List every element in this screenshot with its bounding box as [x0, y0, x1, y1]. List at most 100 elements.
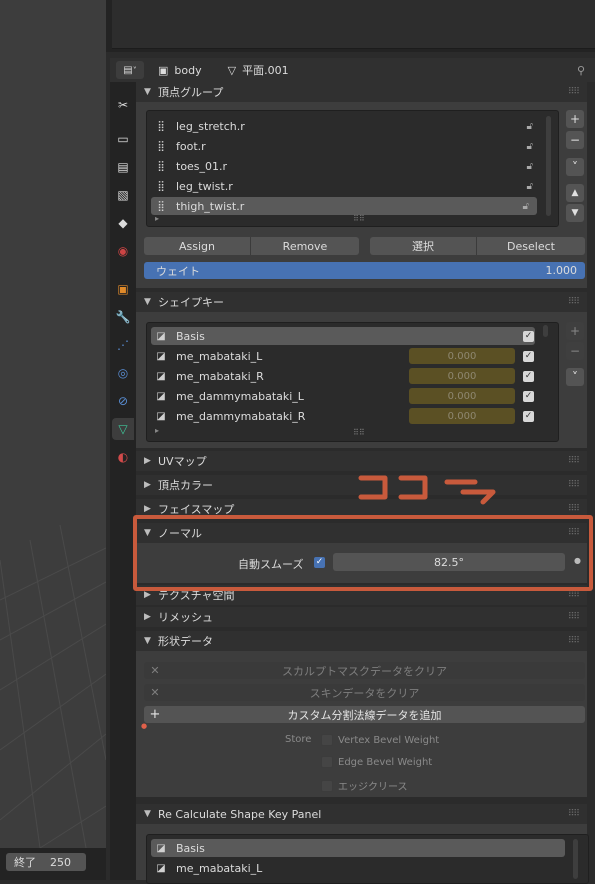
- collapsed-arrow-icon: ▶: [144, 456, 151, 466]
- list-scrollbar[interactable]: [543, 325, 548, 337]
- world-tab[interactable]: ◉: [112, 240, 134, 262]
- expand-arrow-icon: ▼: [144, 87, 151, 97]
- geometry-data-header[interactable]: ▼ 形状データ ⠿⠿: [136, 631, 587, 651]
- shape-key-value[interactable]: 0.000: [409, 348, 515, 364]
- drag-grip-icon[interactable]: ⠿⠿: [568, 87, 580, 97]
- list-item[interactable]: ◪ me_mabataki_L: [151, 859, 565, 877]
- list-resize-grip-icon[interactable]: ⠿⠿: [353, 428, 365, 437]
- drag-grip-icon[interactable]: ⠿⠿: [568, 456, 580, 466]
- vertex-group-list[interactable]: ⣿ leg_stretch.r 🔓︎ ⣿ foot.r 🔓︎ ⣿ toes_01.r 🔓︎ …: [146, 110, 559, 227]
- drag-grip-icon[interactable]: ⠿⠿: [568, 636, 580, 646]
- mute-checkbox[interactable]: ✓: [523, 331, 534, 342]
- properties-header: ▤ ˅ ▣ body ▽ 平面.001 ⚲: [110, 58, 595, 82]
- list-scrollbar[interactable]: [546, 116, 551, 216]
- drag-grip-icon[interactable]: ⠿⠿: [568, 809, 580, 819]
- list-filter-toggle-icon[interactable]: ▸: [155, 426, 159, 435]
- store-vertex-bevel-checkbox[interactable]: Vertex Bevel Weight: [321, 734, 439, 746]
- shape-key-value[interactable]: 0.000: [409, 408, 515, 424]
- drag-grip-icon[interactable]: ⠿⠿: [568, 612, 580, 622]
- move-up-button[interactable]: ▲: [566, 184, 584, 202]
- lock-icon[interactable]: 🔓︎: [527, 141, 533, 152]
- deselect-button[interactable]: Deselect: [477, 237, 585, 255]
- particles-icon: ⋰: [117, 338, 129, 352]
- assign-remove-row: Assign Remove: [144, 237, 359, 255]
- remove-group-button[interactable]: −: [566, 131, 584, 149]
- render-icon: ▭: [117, 132, 129, 146]
- editor-type-button[interactable]: ▤ ˅: [116, 61, 144, 79]
- mute-checkbox[interactable]: ✓: [523, 351, 534, 362]
- object-tab[interactable]: ▣: [112, 278, 134, 300]
- drag-grip-icon[interactable]: ⠿⠿: [568, 297, 580, 307]
- remove-button[interactable]: Remove: [251, 237, 359, 255]
- lock-icon[interactable]: 🔓︎: [527, 121, 533, 132]
- collapsed-arrow-icon: ▶: [144, 504, 151, 514]
- list-resize-grip-icon[interactable]: ⠿⠿: [353, 214, 365, 223]
- shape-keys-header[interactable]: ▼ シェイプキー ⠿⠿: [136, 292, 587, 312]
- remove-shape-key-button[interactable]: −: [566, 342, 584, 360]
- shape-key-value[interactable]: 0.000: [409, 388, 515, 404]
- clear-skin-button[interactable]: ✕ スキンデータをクリア: [144, 684, 585, 701]
- panel-title: UVマップ: [158, 455, 207, 468]
- shape-key-specials-button[interactable]: ˅: [566, 368, 584, 386]
- mute-checkbox[interactable]: ✓: [523, 391, 534, 402]
- list-item[interactable]: ◪ me_mabataki_R 0.000 ✓: [151, 367, 535, 385]
- recalc-shape-key-list[interactable]: ◪ Basis ◪ me_mabataki_L: [146, 834, 589, 884]
- list-item-selected[interactable]: ◪ Basis ✓: [151, 327, 535, 345]
- list-scrollbar[interactable]: [573, 839, 578, 879]
- 3d-viewport[interactable]: [0, 0, 106, 848]
- clear-sculpt-mask-button[interactable]: ✕ スカルプトマスクデータをクリア: [144, 662, 585, 679]
- mute-checkbox[interactable]: ✓: [523, 371, 534, 382]
- lock-icon[interactable]: 🔓︎: [523, 201, 529, 212]
- tool-tab[interactable]: ✂: [112, 94, 134, 116]
- add-custom-normals-button[interactable]: + カスタム分割法線データを追加: [144, 706, 585, 723]
- lock-icon[interactable]: 🔓︎: [527, 161, 533, 172]
- list-item[interactable]: ⣿ leg_stretch.r 🔓︎: [151, 117, 541, 135]
- specials-menu-button[interactable]: ˅: [566, 158, 584, 176]
- recalc-panel-header[interactable]: ▼ Re Calculate Shape Key Panel ⠿⠿: [136, 804, 587, 824]
- list-item-selected[interactable]: ◪ Basis: [151, 839, 565, 857]
- physics-tab[interactable]: ◎: [112, 362, 134, 384]
- tool-icon: ✂: [117, 98, 129, 112]
- list-filter-toggle-icon[interactable]: ▸: [155, 214, 159, 223]
- pin-icon[interactable]: ⚲: [577, 64, 585, 77]
- add-group-button[interactable]: +: [566, 110, 584, 128]
- move-down-button[interactable]: ▼: [566, 204, 584, 222]
- view-layer-tab[interactable]: ▧: [112, 184, 134, 206]
- vertex-groups-header[interactable]: ▼ 頂点グループ ⠿⠿: [136, 82, 587, 102]
- select-button[interactable]: 選択: [370, 237, 477, 255]
- lock-icon[interactable]: 🔓︎: [527, 181, 533, 192]
- output-tab[interactable]: ▤: [112, 156, 134, 178]
- scene-tab[interactable]: ◆: [112, 212, 134, 234]
- remesh-header[interactable]: ▶ リメッシュ ⠿⠿: [136, 607, 587, 627]
- store-edge-bevel-checkbox[interactable]: Edge Bevel Weight: [321, 756, 432, 768]
- list-item[interactable]: ◪ me_dammymabataki_L 0.000 ✓: [151, 387, 535, 405]
- list-item-selected[interactable]: ⣿ thigh_twist.r 🔓︎: [151, 197, 537, 215]
- drag-grip-icon[interactable]: ⠿⠿: [568, 480, 580, 490]
- mute-checkbox[interactable]: ✓: [523, 411, 534, 422]
- end-frame-field[interactable]: 終了 250: [6, 853, 86, 871]
- item-label: Basis: [176, 841, 205, 855]
- constraints-tab[interactable]: ⊘: [112, 390, 134, 412]
- shape-key-list[interactable]: ◪ Basis ✓ ◪ me_mabataki_L 0.000 ✓ ◪ me_mabatak…: [146, 322, 559, 442]
- shape-key-value[interactable]: 0.000: [409, 368, 515, 384]
- list-item[interactable]: ⣿ toes_01.r 🔓︎: [151, 157, 541, 175]
- assign-button[interactable]: Assign: [144, 237, 251, 255]
- x-icon: ✕: [150, 686, 160, 699]
- list-item[interactable]: ◪ me_dammymabataki_R 0.000 ✓: [151, 407, 535, 425]
- data-tab[interactable]: ▽: [112, 418, 134, 440]
- panel-title: シェイプキー: [158, 296, 224, 309]
- add-shape-key-button[interactable]: +: [566, 322, 584, 340]
- drag-grip-icon[interactable]: ⠿⠿: [568, 590, 580, 600]
- list-item[interactable]: ⣿ foot.r 🔓︎: [151, 137, 541, 155]
- material-tab[interactable]: ◐: [112, 446, 134, 468]
- drag-grip-icon[interactable]: ⠿⠿: [568, 504, 580, 514]
- store-edge-crease-checkbox[interactable]: エッジクリース: [321, 778, 408, 793]
- weight-slider[interactable]: ウェイト 1.000: [144, 262, 585, 279]
- chevron-down-icon: ˅: [572, 370, 578, 384]
- list-item[interactable]: ⣿ leg_twist.r 🔓︎: [151, 177, 541, 195]
- render-tab[interactable]: ▭: [112, 128, 134, 150]
- particles-tab[interactable]: ⋰: [112, 334, 134, 356]
- modifiers-tab[interactable]: 🔧: [112, 306, 134, 328]
- uv-maps-header[interactable]: ▶ UVマップ ⠿⠿: [136, 451, 587, 471]
- list-item[interactable]: ◪ me_mabataki_L 0.000 ✓: [151, 347, 535, 365]
